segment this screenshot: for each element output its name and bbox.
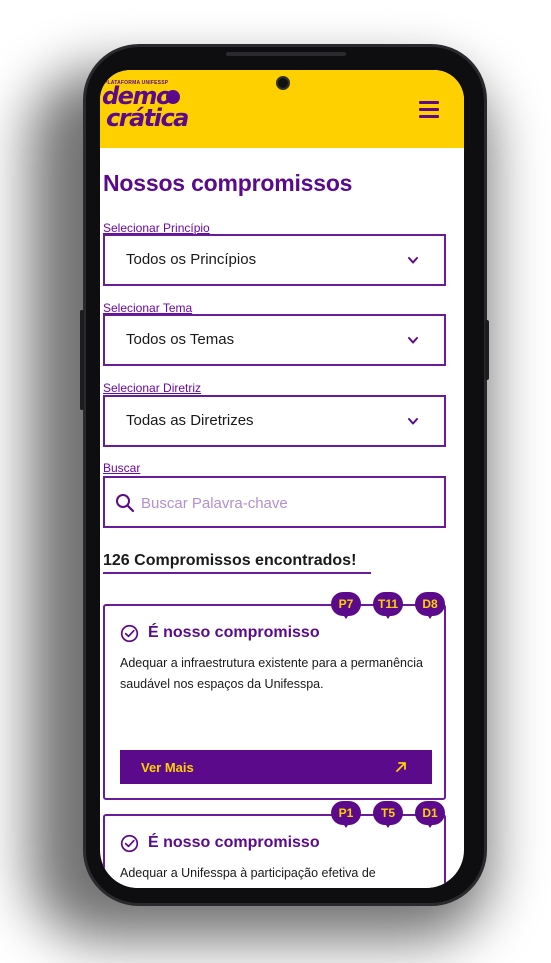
buscar-label: Buscar (103, 461, 141, 475)
commitment-card: É nosso compromisso Adequar a infraestru… (103, 604, 446, 800)
badge-label: P1 (338, 806, 354, 820)
results-count: 126 Compromissos encontrados! (103, 552, 357, 569)
chevron-down-icon (408, 257, 418, 264)
principio-badge[interactable]: P1 (331, 801, 361, 828)
diretriz-select-value: Todas as Diretrizes (126, 412, 254, 429)
phone-side-button (485, 320, 489, 380)
card-description: Adequar a infraestrutura existente para … (120, 656, 423, 691)
tema-select[interactable]: Todos os Temas (103, 314, 446, 366)
check-circle-icon (120, 624, 139, 643)
ver-mais-button[interactable]: Ver Mais (120, 750, 432, 784)
search-input[interactable] (141, 490, 431, 516)
tema-select-value: Todos os Temas (126, 331, 235, 348)
card-title: É nosso compromisso (148, 624, 320, 641)
card-title: É nosso compromisso (148, 834, 320, 851)
diretriz-filter-label: Selecionar Diretriz (103, 381, 202, 395)
diretriz-badge[interactable]: D8 (415, 592, 445, 619)
arrow-up-right-icon (396, 762, 406, 772)
hamburger-menu-icon[interactable] (416, 98, 442, 120)
phone-side-button (80, 310, 84, 410)
commitment-card: É nosso compromisso Adequar a Unifesspa … (103, 814, 446, 888)
phone-screen: PLATAFORMA UNIFESSP demo crática Nossos … (100, 70, 464, 888)
tema-badge[interactable]: T5 (373, 801, 403, 828)
ver-mais-label: Ver Mais (141, 760, 194, 775)
chevron-down-icon (408, 418, 418, 425)
principio-badge[interactable]: P7 (331, 592, 361, 619)
tema-filter-label: Selecionar Tema (103, 301, 193, 315)
badge-label: T5 (380, 806, 395, 820)
democratica-logo[interactable]: PLATAFORMA UNIFESSP demo crática (102, 80, 196, 136)
results-count-underline (103, 572, 371, 574)
badge-label: D8 (422, 597, 438, 611)
check-circle-icon (120, 834, 139, 853)
logo-line-2: crática (106, 104, 189, 132)
tema-badge[interactable]: T11 (373, 592, 403, 619)
diretriz-select[interactable]: Todas as Diretrizes (103, 395, 446, 447)
principio-filter-label: Selecionar Princípio (103, 221, 210, 235)
logo-dot-icon (166, 90, 180, 104)
front-camera (276, 76, 290, 90)
page-title: Nossos compromissos (103, 170, 353, 196)
badge-label: D1 (422, 806, 438, 820)
principio-select[interactable]: Todos os Princípios (103, 234, 446, 286)
diretriz-badge[interactable]: D1 (415, 801, 445, 828)
badge-label: P7 (338, 597, 354, 611)
principio-select-value: Todos os Princípios (126, 251, 257, 268)
search-icon (116, 494, 135, 513)
chevron-down-icon (408, 337, 418, 344)
phone-speaker (226, 52, 346, 56)
card-description: Adequar a Unifesspa à participação efeti… (120, 866, 376, 880)
search-box (103, 476, 446, 528)
badge-label: T11 (377, 597, 398, 611)
